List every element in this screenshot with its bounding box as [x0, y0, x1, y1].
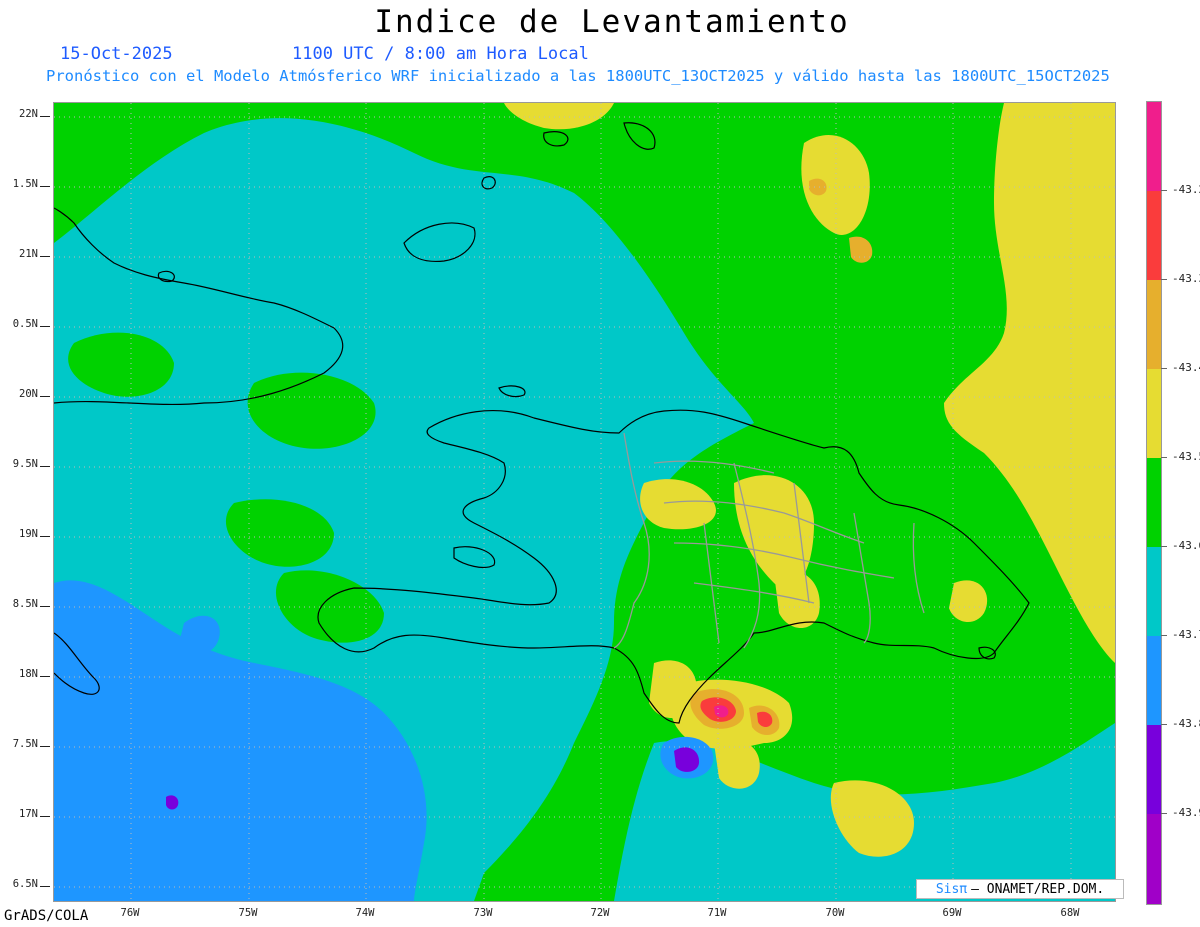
lat-label: 1.5N: [12, 178, 38, 190]
lat-label: 0.5N: [12, 318, 38, 330]
lat-label: 18N: [19, 668, 38, 680]
grads-footer: GrADS/COLA: [4, 908, 89, 924]
lon-label: 74W: [355, 907, 375, 919]
field-yellow-south-5: [949, 580, 988, 623]
colorbar-tick: [1161, 457, 1167, 458]
colorbar-label: -43.8: [1172, 717, 1200, 730]
colorbar-segment: [1147, 280, 1161, 369]
forecast-date: 15-Oct-2025: [60, 44, 173, 64]
lat-label: 22N: [19, 108, 38, 120]
lat-label: 17N: [19, 808, 38, 820]
colorbar-tick: [1161, 279, 1167, 280]
lat-tick: [40, 816, 50, 817]
lat-label: 20N: [19, 388, 38, 400]
colorbar-label: -43.9: [1172, 806, 1200, 819]
colorbar-label: -43.2: [1172, 183, 1200, 196]
lat-label: 9.5N: [12, 458, 38, 470]
colorbar-segment: [1147, 636, 1161, 725]
colorbar-tick: [1161, 368, 1167, 369]
colorbar-segment: [1147, 191, 1161, 280]
colorbar-label: -43.7: [1172, 628, 1200, 641]
lat-label: 7.5N: [12, 738, 38, 750]
credit-text: – ONAMET/REP.DOM.: [971, 881, 1105, 897]
colorbar-tick: [1161, 546, 1167, 547]
lon-label: 68W: [1060, 907, 1080, 919]
lat-label: 19N: [19, 528, 38, 540]
lat-tick: [40, 536, 50, 537]
colorbar-tick: [1161, 635, 1167, 636]
lon-label: 73W: [473, 907, 493, 919]
colorbar-label: -43.6: [1172, 539, 1200, 552]
lon-label: 75W: [238, 907, 258, 919]
lat-tick: [40, 116, 50, 117]
forecast-map: [53, 102, 1116, 902]
lon-label: 70W: [825, 907, 845, 919]
model-subtitle: Pronóstico con el Modelo Atmósferico WRF…: [46, 67, 1110, 85]
credit-brand: Sisπ: [935, 881, 968, 897]
colorbar-segment: [1147, 458, 1161, 547]
colorbar-segment: [1147, 725, 1161, 814]
lon-label: 69W: [942, 907, 962, 919]
lat-label: 6.5N: [12, 878, 38, 890]
lat-tick: [40, 396, 50, 397]
lat-tick: [40, 466, 50, 467]
lat-label: 8.5N: [12, 598, 38, 610]
lat-tick: [40, 676, 50, 677]
lat-tick: [40, 326, 50, 327]
colorbar-label: -43.4: [1172, 361, 1200, 374]
map-title: Indice de Levantamiento: [374, 4, 850, 40]
forecast-time: 1100 UTC / 8:00 am Hora Local: [292, 44, 589, 64]
lat-tick: [40, 256, 50, 257]
credit-box: Sisπ – ONAMET/REP.DOM.: [916, 879, 1124, 899]
colorbar-segment: [1147, 814, 1161, 904]
colorbar-segment: [1147, 547, 1161, 636]
lon-label: 71W: [707, 907, 727, 919]
lifted-index-field: [54, 103, 1115, 901]
colorbar-tick: [1161, 813, 1167, 814]
lat-tick: [40, 606, 50, 607]
colorbar-segment: [1147, 102, 1161, 191]
colorbar-label: -43.5: [1172, 450, 1200, 463]
lon-label: 72W: [590, 907, 610, 919]
colorbar-tick: [1161, 724, 1167, 725]
colorbar-segment: [1147, 369, 1161, 458]
lat-label: 21N: [19, 248, 38, 260]
lat-tick: [40, 886, 50, 887]
lat-tick: [40, 746, 50, 747]
lon-label: 76W: [120, 907, 140, 919]
lat-tick: [40, 186, 50, 187]
colorbar-label: -43.3: [1172, 272, 1200, 285]
colorbar: [1146, 101, 1162, 905]
colorbar-tick: [1161, 190, 1167, 191]
